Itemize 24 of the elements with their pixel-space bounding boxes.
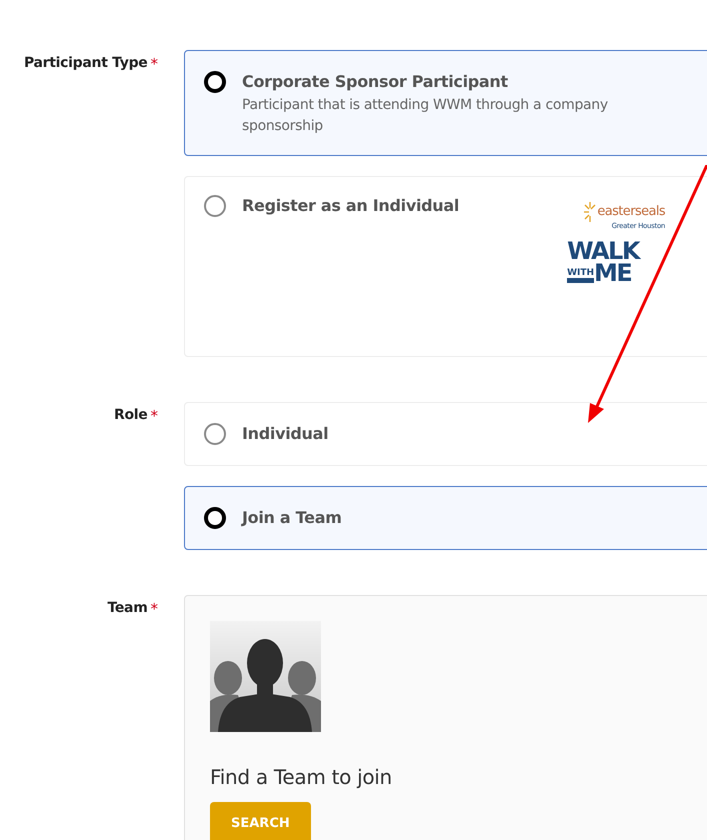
logo-walk: WALK (567, 240, 639, 262)
required-asterisk: * (150, 406, 158, 427)
radio-button[interactable] (204, 71, 226, 93)
field-label: Role (114, 406, 148, 425)
radio-button[interactable] (204, 507, 226, 529)
option-title: Join a Team (242, 507, 342, 529)
option-card[interactable]: Corporate Sponsor Participant Participant that is attending WWM through a company sponsorship (184, 50, 707, 156)
option-title: Corporate Sponsor Participant (242, 71, 509, 93)
option-card[interactable]: Join a Team (184, 486, 707, 550)
radio-button[interactable] (204, 195, 226, 217)
required-asterisk: * (150, 599, 158, 620)
option-card[interactable]: Individual (184, 402, 707, 466)
option-description: Participant that is attending WWM through a company sponsorship (242, 96, 609, 136)
option-title: Register as an Individual (242, 195, 460, 217)
field-label: Participant Type (24, 54, 148, 73)
team-prompt: Find a Team to join (210, 764, 392, 791)
logo-brand: easterseals (597, 203, 666, 221)
required-asterisk: * (150, 54, 158, 75)
logo-me: ME (594, 262, 632, 284)
field-label: Team (107, 599, 148, 618)
sunburst-icon (583, 201, 598, 223)
logo-with: WITH (567, 268, 594, 283)
option-title: Individual (242, 423, 328, 445)
radio-button[interactable] (204, 423, 226, 445)
